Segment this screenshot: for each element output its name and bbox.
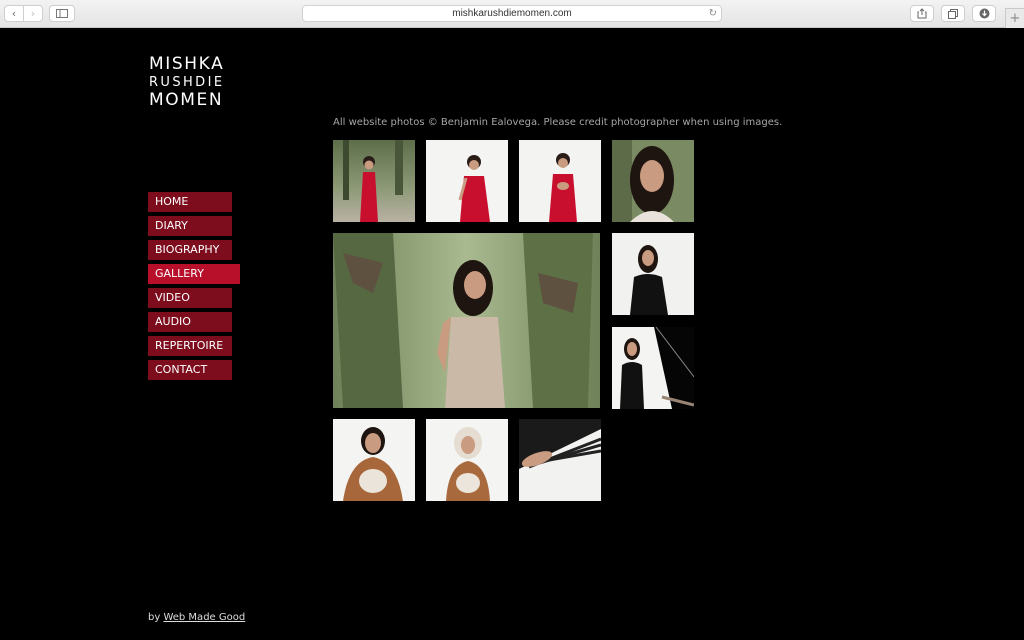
- nav-item-contact[interactable]: CONTACT: [148, 360, 232, 380]
- footer-link[interactable]: Web Made Good: [163, 612, 245, 623]
- gallery-photo[interactable]: [612, 327, 694, 409]
- logo-line-1: MISHKA: [149, 54, 225, 74]
- nav-item-home[interactable]: HOME: [148, 192, 232, 212]
- gallery-photo[interactable]: [426, 140, 508, 222]
- logo-line-3: MOMEN: [149, 90, 224, 110]
- new-tab-button[interactable]: +: [1005, 8, 1024, 28]
- gallery-photo-featured[interactable]: [333, 233, 600, 408]
- download-icon: [979, 8, 989, 19]
- gallery-photo[interactable]: [333, 140, 415, 222]
- nav-item-repertoire[interactable]: REPERTOIRE: [148, 336, 232, 356]
- gallery-photo[interactable]: [519, 140, 601, 222]
- back-button[interactable]: ‹: [4, 5, 24, 22]
- gallery-photo[interactable]: [426, 419, 508, 501]
- site-logo[interactable]: MISHKA RUSHDIE MOMEN: [149, 56, 224, 110]
- chevron-right-icon: ›: [30, 7, 36, 20]
- photo-credit: All website photos © Benjamin Ealovega. …: [333, 117, 783, 128]
- plus-icon: +: [1009, 11, 1021, 26]
- gallery-photo[interactable]: [612, 233, 694, 315]
- gallery-photo[interactable]: [612, 140, 694, 222]
- footer-prefix: by: [148, 612, 161, 623]
- sidebar-icon: [56, 9, 68, 18]
- forward-button[interactable]: ›: [23, 5, 43, 22]
- share-icon: [917, 8, 927, 19]
- tabs-button[interactable]: [941, 5, 965, 22]
- chevron-left-icon: ‹: [11, 7, 17, 20]
- nav-item-audio[interactable]: AUDIO: [148, 312, 232, 332]
- nav-item-diary[interactable]: DIARY: [148, 216, 232, 236]
- browser-toolbar: ‹ › mishkarushdiemomen.com ↻ +: [0, 0, 1024, 28]
- gallery-photo[interactable]: [519, 419, 601, 501]
- downloads-button[interactable]: [972, 5, 996, 22]
- nav-item-video[interactable]: VIDEO: [148, 288, 232, 308]
- share-button[interactable]: [910, 5, 934, 22]
- url-text: mishkarushdiemomen.com: [452, 8, 572, 19]
- gallery-photo[interactable]: [333, 419, 415, 501]
- sidebar-toggle-button[interactable]: [49, 5, 75, 22]
- footer-credit: by Web Made Good: [148, 612, 245, 623]
- reload-icon[interactable]: ↻: [709, 8, 717, 19]
- address-bar[interactable]: mishkarushdiemomen.com ↻: [302, 5, 722, 22]
- nav-item-gallery[interactable]: GALLERY: [148, 264, 240, 284]
- main-nav: HOME DIARY BIOGRAPHY GALLERY VIDEO AUDIO…: [148, 192, 240, 384]
- nav-item-biography[interactable]: BIOGRAPHY: [148, 240, 232, 260]
- tabs-icon: [948, 8, 958, 19]
